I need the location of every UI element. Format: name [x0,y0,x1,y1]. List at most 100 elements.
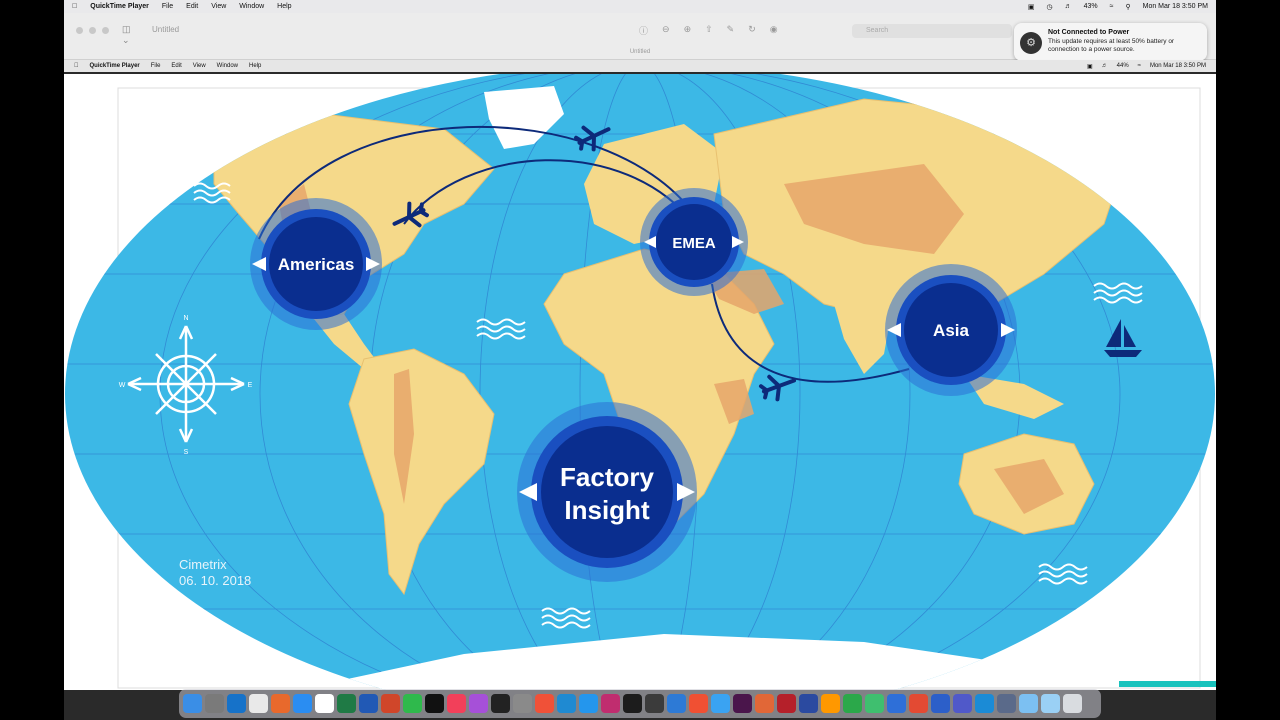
dock-icon-intellij[interactable] [601,694,620,713]
volume-icon[interactable]: ♬ [1065,3,1072,10]
dock-icon-finder[interactable] [183,694,202,713]
menu-help[interactable]: Help [277,3,291,10]
dock-icon-downloads[interactable] [1041,694,1060,713]
dock-icon-git[interactable] [689,694,708,713]
menu-file[interactable]: File [162,3,173,10]
dock-icon-launchpad[interactable] [205,694,224,713]
dock-icon-sourcetree[interactable] [887,694,906,713]
search-input[interactable]: Search [852,24,1012,38]
credit-name: Cimetrix [179,557,227,572]
trash-icon[interactable] [1063,694,1082,713]
dock-icon-system-settings[interactable] [513,694,532,713]
menu-bar:  QuickTime Player File Edit View Window… [64,0,1216,13]
screen:  QuickTime Player File Edit View Window… [64,0,1216,720]
dock-icon-swift[interactable] [535,694,554,713]
dock [179,689,1101,718]
zoom-button[interactable] [102,27,109,34]
world-map-slide: N S E W Americas EMEA Asia Factory Insig… [65,74,1215,690]
compass-w: W [119,382,126,389]
rotate-icon[interactable]: ↻ [748,24,756,37]
hub-emea[interactable]: EMEA [640,188,748,296]
close-button[interactable] [76,27,83,34]
sidebar-icon[interactable]: ◫ ⌄ [122,24,138,45]
dock-icon-excel[interactable] [337,694,356,713]
recorded-battery-percent: 44% [1116,63,1129,69]
compass-n: N [183,315,188,322]
menu-window[interactable]: Window [239,3,264,10]
hub-label-insight: Insight [564,495,650,525]
progress-bar [1119,681,1216,687]
markup-icon[interactable]: ◉ [770,24,778,37]
dock-icon-tv-remote[interactable] [491,694,510,713]
dock-icon-docker[interactable] [579,694,598,713]
recorded-datetime: Mon Mar 18 3:50 PM [1149,63,1206,69]
dock-icon-chrome[interactable] [249,694,268,713]
dock-icon-music[interactable] [447,694,466,713]
dock-icon-calendar[interactable] [315,694,334,713]
menu-edit[interactable]: Edit [186,3,198,10]
toolbar-tools: ⓘ ⊖ ⊕ ⇧ ✎ ↻ ◉ [639,24,778,37]
dock-icon-folder[interactable] [1019,694,1038,713]
dock-icon-messages[interactable] [711,694,730,713]
dock-icon-matlab[interactable] [755,694,774,713]
dock-icon-console[interactable] [645,694,664,713]
dock-icon-teams[interactable] [953,694,972,713]
hub-americas[interactable]: Americas [250,198,382,330]
dock-icon-vpn[interactable] [799,694,818,713]
pen-icon[interactable]: ✎ [727,24,735,37]
notification-banner[interactable]: ⚙ Not Connected to Power This update req… [1014,23,1207,61]
dock-icon-terminal[interactable] [623,694,642,713]
notification-title: Not Connected to Power [1048,29,1130,36]
recorded-menu-file: File [146,63,161,69]
zoom-in-icon[interactable]: ⊕ [684,24,692,37]
recorded-menu-help: Help [244,63,261,69]
recorded-menu-window: Window [212,63,238,69]
dock-icon-slack[interactable] [733,694,752,713]
dock-icon-link[interactable] [843,694,862,713]
apple-icon[interactable]:  [72,3,77,10]
gear-icon: ⚙ [1020,32,1042,54]
hub-label-asia: Asia [933,321,969,340]
apple-icon:  [74,63,79,69]
dock-icon-xcode[interactable] [667,694,686,713]
dock-icon-powerpoint[interactable] [381,694,400,713]
share-icon[interactable]: ⇧ [705,24,713,37]
dock-icon-sap[interactable] [975,694,994,713]
window-controls [76,27,109,34]
dock-icon-word[interactable] [359,694,378,713]
menu-app-name[interactable]: QuickTime Player [90,3,149,10]
battery-percent[interactable]: 43% [1084,3,1098,10]
video-frame[interactable]: N S E W Americas EMEA Asia Factory Insig… [64,74,1216,690]
menu-datetime[interactable]: Mon Mar 18 3:50 PM [1143,3,1208,10]
zoom-out-icon[interactable]: ⊖ [662,24,670,37]
info-icon[interactable]: ⓘ [639,24,648,37]
compass-e: E [248,382,253,389]
recorded-menu-edit: Edit [166,63,181,69]
dock-icon-quicktime[interactable] [997,694,1016,713]
dock-icon-outlook[interactable] [227,694,246,713]
hub-factory-insight[interactable]: Factory Insight [517,402,697,582]
compass-s: S [184,449,189,456]
status-icon[interactable]: ▣ [1028,3,1035,11]
credit-date: 06. 10. 2018 [179,573,251,588]
dock-icon-podcasts[interactable] [469,694,488,713]
dock-icon-firefox[interactable] [271,694,290,713]
wifi-icon[interactable]: ≈ [1110,3,1114,10]
dock-icon-arc[interactable] [931,694,950,713]
menu-view[interactable]: View [211,3,226,10]
recorded-menu-bar:  QuickTime Player File Edit View Window… [64,60,1216,72]
dock-icon-vscode[interactable] [557,694,576,713]
dock-icon-scrivener[interactable] [909,694,928,713]
window-title: Untitled [152,25,180,34]
dock-icon-filezilla[interactable] [777,694,796,713]
search-icon[interactable]: ⚲ [1125,3,1130,11]
hub-asia[interactable]: Asia [885,264,1017,396]
dock-icon-circle-app[interactable] [865,694,884,713]
dock-icon-safari[interactable] [293,694,312,713]
dock-icon-tv[interactable] [425,694,444,713]
clock-icon[interactable]: ◷ [1047,3,1053,11]
dock-icon-sublime[interactable] [821,694,840,713]
dock-icon-facetime[interactable] [403,694,422,713]
minimize-button[interactable] [89,27,96,34]
recorded-status-icon: ▣ [1086,63,1093,70]
